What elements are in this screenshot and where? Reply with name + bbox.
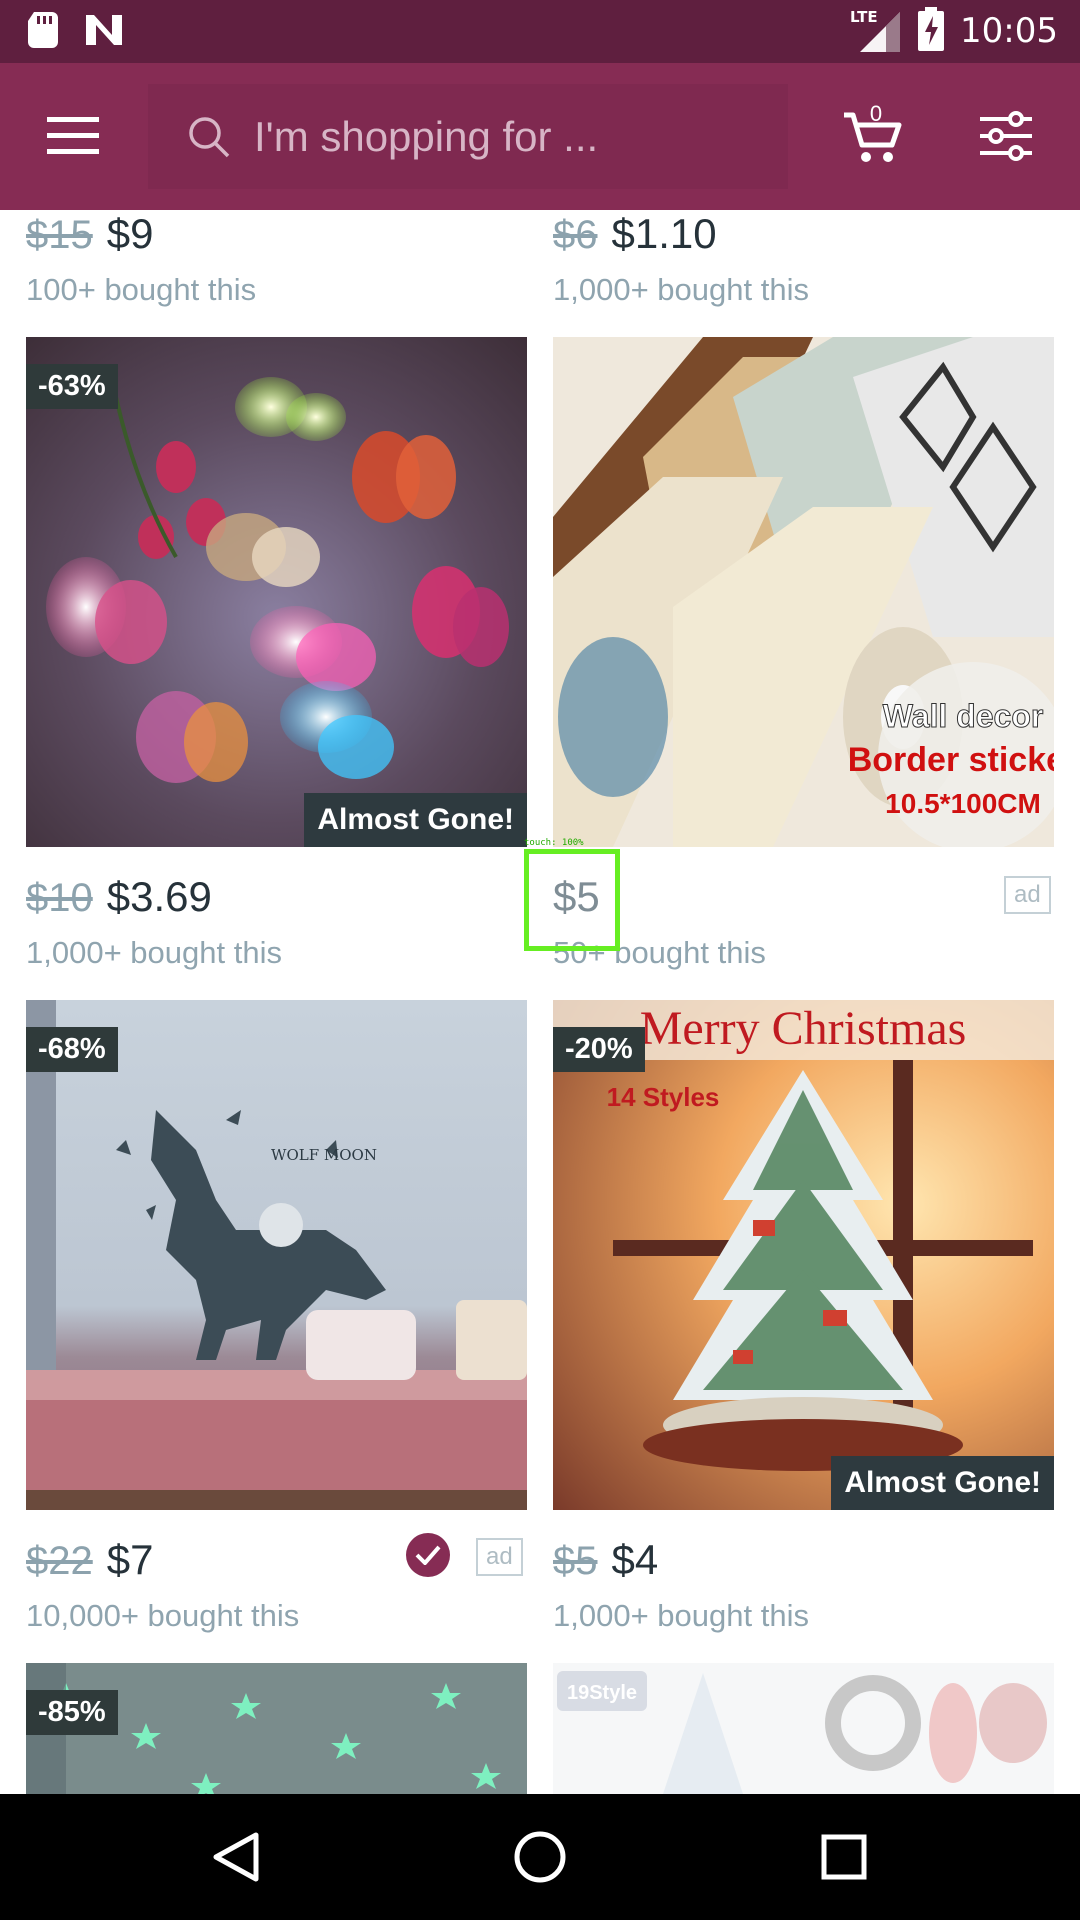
- product-image-glow-stars[interactable]: -85%: [26, 1663, 527, 1794]
- almost-gone-badge: Almost Gone!: [831, 1456, 1054, 1510]
- cart-button[interactable]: 0: [838, 101, 908, 173]
- sliders-icon: [980, 111, 1032, 161]
- ad-label: ad: [1004, 876, 1051, 914]
- butterfly-illustration: [46, 377, 509, 783]
- product-image-butterfly-lights[interactable]: -63% Almost Gone!: [26, 337, 527, 847]
- bought-count: 1,000+ bought this: [26, 935, 282, 970]
- wallpaper-rolls-illustration: Wall decor Border sticker 10.5*100CM: [553, 337, 1054, 847]
- sale-price: $1.10: [611, 210, 717, 257]
- discount-badge: -20%: [553, 1027, 645, 1072]
- discount-badge: -85%: [26, 1690, 118, 1735]
- bought-count: 1,000+ bought this: [553, 1598, 809, 1633]
- christmas-decor-illustration: 19Style: [557, 1671, 1047, 1794]
- touch-indicator: [524, 849, 620, 951]
- system-nav-bar: [0, 1794, 1080, 1920]
- image-caption-merry-christmas: Merry Christmas: [640, 1002, 967, 1055]
- bought-count: 100+ bought this: [26, 272, 257, 307]
- hamburger-icon: [47, 117, 99, 154]
- product-grid: $15 $9 100+ bought this $6 $1.10 1,000+ …: [0, 210, 1080, 1794]
- original-price: $5: [553, 1539, 598, 1583]
- sale-price: $9: [106, 210, 154, 257]
- sale-price: $4: [611, 1536, 659, 1583]
- battery-charging-icon: [918, 7, 945, 55]
- back-button[interactable]: [176, 1794, 296, 1920]
- search-icon: [189, 116, 230, 157]
- search-input[interactable]: I'm shopping for ...: [148, 84, 788, 189]
- recents-button[interactable]: [784, 1794, 904, 1920]
- product-price-row[interactable]: $6 $1.10: [553, 210, 717, 258]
- product-image-christmas-decor[interactable]: 19Style: [553, 1663, 1054, 1794]
- cart-count-badge: 0: [869, 101, 883, 126]
- sd-card-icon: [28, 12, 58, 52]
- image-caption-19style: 19Style: [567, 1682, 637, 1704]
- bought-count: 10,000+ bought this: [26, 1598, 300, 1633]
- original-price: $15: [26, 213, 93, 257]
- original-price: $22: [26, 1539, 93, 1583]
- christmas-tree-illustration: Merry Christmas 14 Styles: [553, 1000, 1054, 1480]
- original-price: $6: [553, 213, 598, 257]
- discount-badge: -68%: [26, 1027, 118, 1072]
- recents-square-icon: [821, 1834, 867, 1880]
- home-circle-icon: [514, 1831, 566, 1883]
- product-price-row[interactable]: $5 $4: [553, 1536, 658, 1584]
- back-triangle-icon: [213, 1832, 259, 1882]
- almost-gone-badge: Almost Gone!: [304, 793, 527, 847]
- home-button[interactable]: [480, 1794, 600, 1920]
- product-price-row[interactable]: $15 $9: [26, 210, 153, 258]
- touch-indicator-label: touch: 100%: [524, 838, 584, 848]
- network-type-label: LTE: [850, 8, 878, 26]
- bought-count: 1,000+ bought this: [553, 272, 809, 307]
- menu-button[interactable]: [40, 105, 106, 167]
- search-placeholder: I'm shopping for ...: [254, 112, 599, 160]
- status-bar: LTE 10:05: [0, 0, 1080, 63]
- image-caption-size: 10.5*100CM: [885, 788, 1041, 819]
- ad-label: ad: [476, 1538, 523, 1576]
- verified-badge-icon: [406, 1533, 450, 1577]
- sale-price: $3.69: [106, 873, 212, 920]
- filter-button[interactable]: [975, 105, 1037, 167]
- product-image-wolf-decal[interactable]: WOLF MOON -68%: [26, 1000, 527, 1510]
- image-caption-styles: 14 Styles: [607, 1082, 720, 1112]
- product-price-row[interactable]: $10 $3.69: [26, 873, 212, 921]
- lte-signal-icon: LTE: [850, 8, 902, 54]
- product-image-border-sticker[interactable]: Wall decor Border sticker 10.5*100CM: [553, 337, 1054, 847]
- image-caption-wolf-moon: WOLF MOON: [271, 1146, 377, 1164]
- wolf-room-illustration: WOLF MOON: [26, 1000, 527, 1510]
- image-caption-wall-decor: Wall decor: [883, 698, 1044, 734]
- image-caption-border-sticker: Border sticker: [848, 741, 1054, 779]
- app-header: I'm shopping for ... 0: [0, 63, 1080, 210]
- sale-price: $7: [106, 1536, 154, 1583]
- discount-badge: -63%: [26, 364, 118, 409]
- product-price-row[interactable]: $22 $7: [26, 1536, 153, 1584]
- notification-n-icon: [84, 13, 124, 51]
- product-image-christmas-tree[interactable]: Merry Christmas 14 Styles -20% Almost Go…: [553, 1000, 1054, 1510]
- clock: 10:05: [960, 11, 1058, 51]
- original-price: $10: [26, 876, 93, 920]
